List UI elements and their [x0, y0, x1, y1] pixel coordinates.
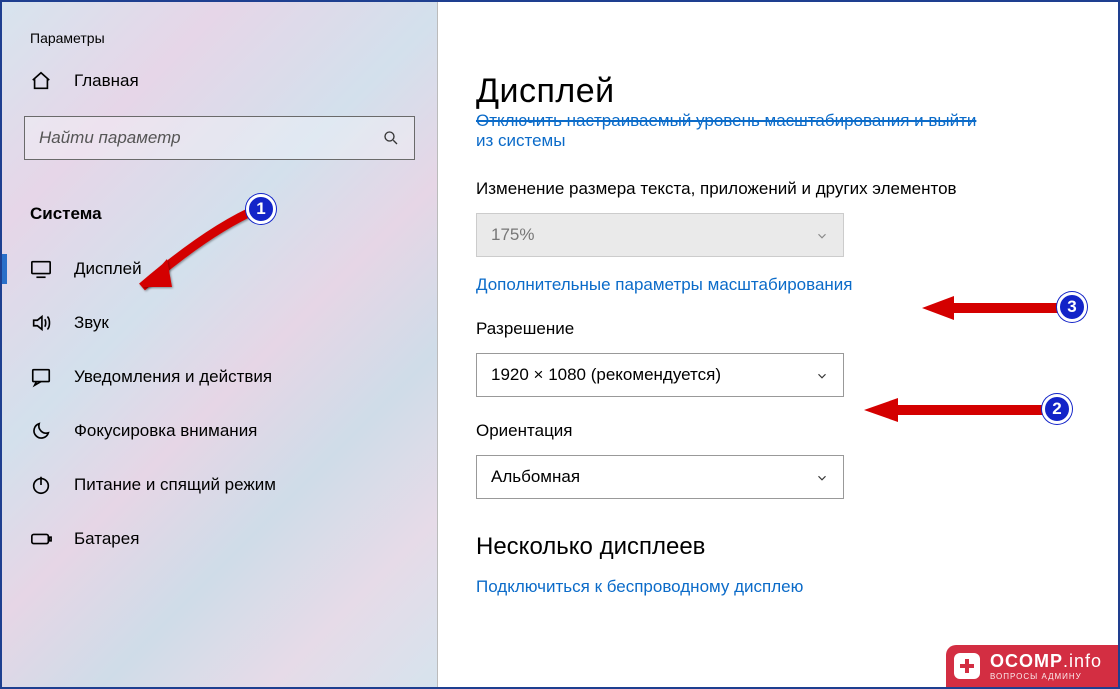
- resolution-value: 1920 × 1080 (рекомендуется): [491, 365, 721, 385]
- power-icon: [30, 474, 52, 496]
- sidebar-item-sound[interactable]: Звук: [2, 296, 437, 350]
- sidebar-item-label: Батарея: [74, 529, 139, 549]
- section-header-system: Система: [2, 182, 437, 242]
- wireless-display-link[interactable]: Подключиться к беспроводному дисплею: [476, 577, 1118, 597]
- nav-home[interactable]: Главная: [2, 70, 437, 116]
- main-content: Дисплей Отключить настраиваемый уровень …: [438, 2, 1118, 687]
- app-title: Параметры: [2, 22, 437, 70]
- resolution-label: Разрешение: [476, 319, 1118, 339]
- resolution-dropdown[interactable]: 1920 × 1080 (рекомендуется): [476, 353, 844, 397]
- sidebar-item-label: Фокусировка внимания: [74, 421, 257, 441]
- moon-icon: [30, 420, 52, 442]
- chevron-down-icon: [815, 470, 829, 484]
- sidebar-item-display[interactable]: Дисплей: [2, 242, 437, 296]
- scale-dropdown: 175%: [476, 213, 844, 257]
- speaker-icon: [30, 312, 52, 334]
- scale-label: Изменение размера текста, приложений и д…: [476, 179, 1118, 199]
- chevron-down-icon: [815, 228, 829, 242]
- annotation-marker-3: 3: [1057, 292, 1087, 322]
- sidebar: Параметры Главная Система Дисплей: [2, 2, 438, 687]
- signout-custom-scale-link[interactable]: Отключить настраиваемый уровень масштаби…: [476, 111, 1118, 151]
- sidebar-item-battery[interactable]: Батарея: [2, 512, 437, 566]
- watermark-name: OCOMP: [990, 651, 1063, 671]
- annotation-marker-1: 1: [246, 194, 276, 224]
- search-box[interactable]: [24, 116, 415, 160]
- annotation-marker-2: 2: [1042, 394, 1072, 424]
- search-icon: [382, 129, 400, 147]
- search-input[interactable]: [39, 128, 382, 148]
- message-icon: [30, 366, 52, 388]
- monitor-icon: [30, 258, 52, 280]
- sidebar-item-label: Звук: [74, 313, 109, 333]
- orientation-value: Альбомная: [491, 467, 580, 487]
- sidebar-item-label: Питание и спящий режим: [74, 475, 276, 495]
- orientation-dropdown[interactable]: Альбомная: [476, 455, 844, 499]
- multi-display-heading: Несколько дисплеев: [476, 533, 1118, 561]
- advanced-scaling-link[interactable]: Дополнительные параметры масштабирования: [476, 275, 1118, 295]
- scale-value: 175%: [491, 225, 534, 245]
- sidebar-item-notifications[interactable]: Уведомления и действия: [2, 350, 437, 404]
- sidebar-item-focus[interactable]: Фокусировка внимания: [2, 404, 437, 458]
- orientation-label: Ориентация: [476, 421, 1118, 441]
- watermark-sub: ВОПРОСЫ АДМИНУ: [990, 672, 1102, 681]
- link-line1: Отключить настраиваемый уровень масштаби…: [476, 111, 976, 130]
- battery-icon: [30, 528, 52, 550]
- sidebar-item-label: Дисплей: [74, 259, 142, 279]
- plus-icon: [954, 653, 980, 679]
- nav-home-label: Главная: [74, 71, 139, 91]
- link-line2: из системы: [476, 131, 565, 150]
- home-icon: [30, 70, 52, 92]
- sidebar-item-label: Уведомления и действия: [74, 367, 272, 387]
- sidebar-item-power[interactable]: Питание и спящий режим: [2, 458, 437, 512]
- chevron-down-icon: [815, 368, 829, 382]
- watermark-ext: .info: [1063, 651, 1102, 671]
- page-title: Дисплей: [476, 2, 1118, 111]
- watermark: OCOMP.info ВОПРОСЫ АДМИНУ: [946, 645, 1118, 687]
